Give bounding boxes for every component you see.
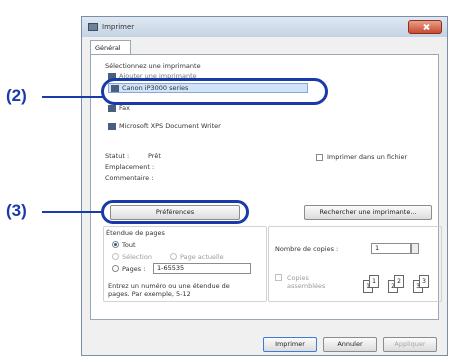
location-label: Emplacement : <box>105 163 155 171</box>
radio-selection-label: Sélection <box>122 253 152 261</box>
page-range-heading: Étendue de pages <box>106 229 165 237</box>
collate-page: 1 <box>369 275 379 288</box>
print-to-file-label: Imprimer dans un fichier <box>327 153 408 161</box>
printer-icon <box>88 23 98 31</box>
copies-spinner[interactable] <box>411 243 419 254</box>
printer-item-label: Microsoft XPS Document Writer <box>119 122 221 130</box>
callout-line-2 <box>42 96 104 98</box>
window-title: Imprimer <box>102 23 135 31</box>
radio-all[interactable] <box>112 241 119 248</box>
radio-selection[interactable] <box>112 253 119 260</box>
find-printer-button[interactable]: Rechercher une imprimante... <box>304 205 432 220</box>
comment-label: Commentaire : <box>105 174 154 182</box>
callout-step-3: (3) <box>6 201 27 220</box>
collate-page: 3 <box>419 275 429 288</box>
pages-input[interactable]: 1-65535 <box>153 263 251 274</box>
printer-item-fax[interactable]: Fax <box>108 104 130 114</box>
callout-ring-printer <box>101 78 328 105</box>
printer-item-label: Fax <box>119 104 130 112</box>
collate-checkbox[interactable] <box>275 274 282 281</box>
apply-button[interactable]: Appliquer <box>383 337 437 352</box>
title-bar: Imprimer <box>82 17 447 37</box>
copies-input[interactable]: 1 <box>371 243 411 254</box>
page-range-help-1: Entrez un numéro ou une étendue de <box>108 282 230 290</box>
copies-label: Nombre de copies : <box>275 245 339 253</box>
radio-current-page[interactable] <box>170 253 177 260</box>
status-label: Statut : <box>105 152 130 160</box>
fax-icon <box>108 104 116 112</box>
page-range-help-2: pages. Par exemple, 5-12 <box>108 290 191 298</box>
collate-label-2: assemblées <box>287 282 326 290</box>
radio-pages[interactable] <box>112 265 119 272</box>
callout-line-3 <box>42 211 104 213</box>
callout-step-2: (2) <box>6 86 27 105</box>
collate-label-1: Copies <box>287 274 309 282</box>
print-to-file-checkbox[interactable] <box>316 154 323 161</box>
tab-general[interactable]: Général <box>90 40 131 55</box>
radio-pages-label: Pages : <box>122 265 146 273</box>
select-printer-heading: Sélectionnez une imprimante <box>105 62 201 70</box>
radio-all-label: Tout <box>122 241 136 249</box>
status-value: Prêt <box>148 152 161 160</box>
callout-ring-preferences <box>101 200 249 224</box>
collate-page: 2 <box>394 275 404 288</box>
cancel-button[interactable]: Annuler <box>323 337 377 352</box>
radio-current-page-label: Page actuelle <box>180 253 224 261</box>
printer-item-xps[interactable]: Microsoft XPS Document Writer <box>108 122 221 132</box>
print-button[interactable]: Imprimer <box>263 337 317 352</box>
printer-icon <box>108 122 116 130</box>
close-button[interactable] <box>408 20 442 34</box>
